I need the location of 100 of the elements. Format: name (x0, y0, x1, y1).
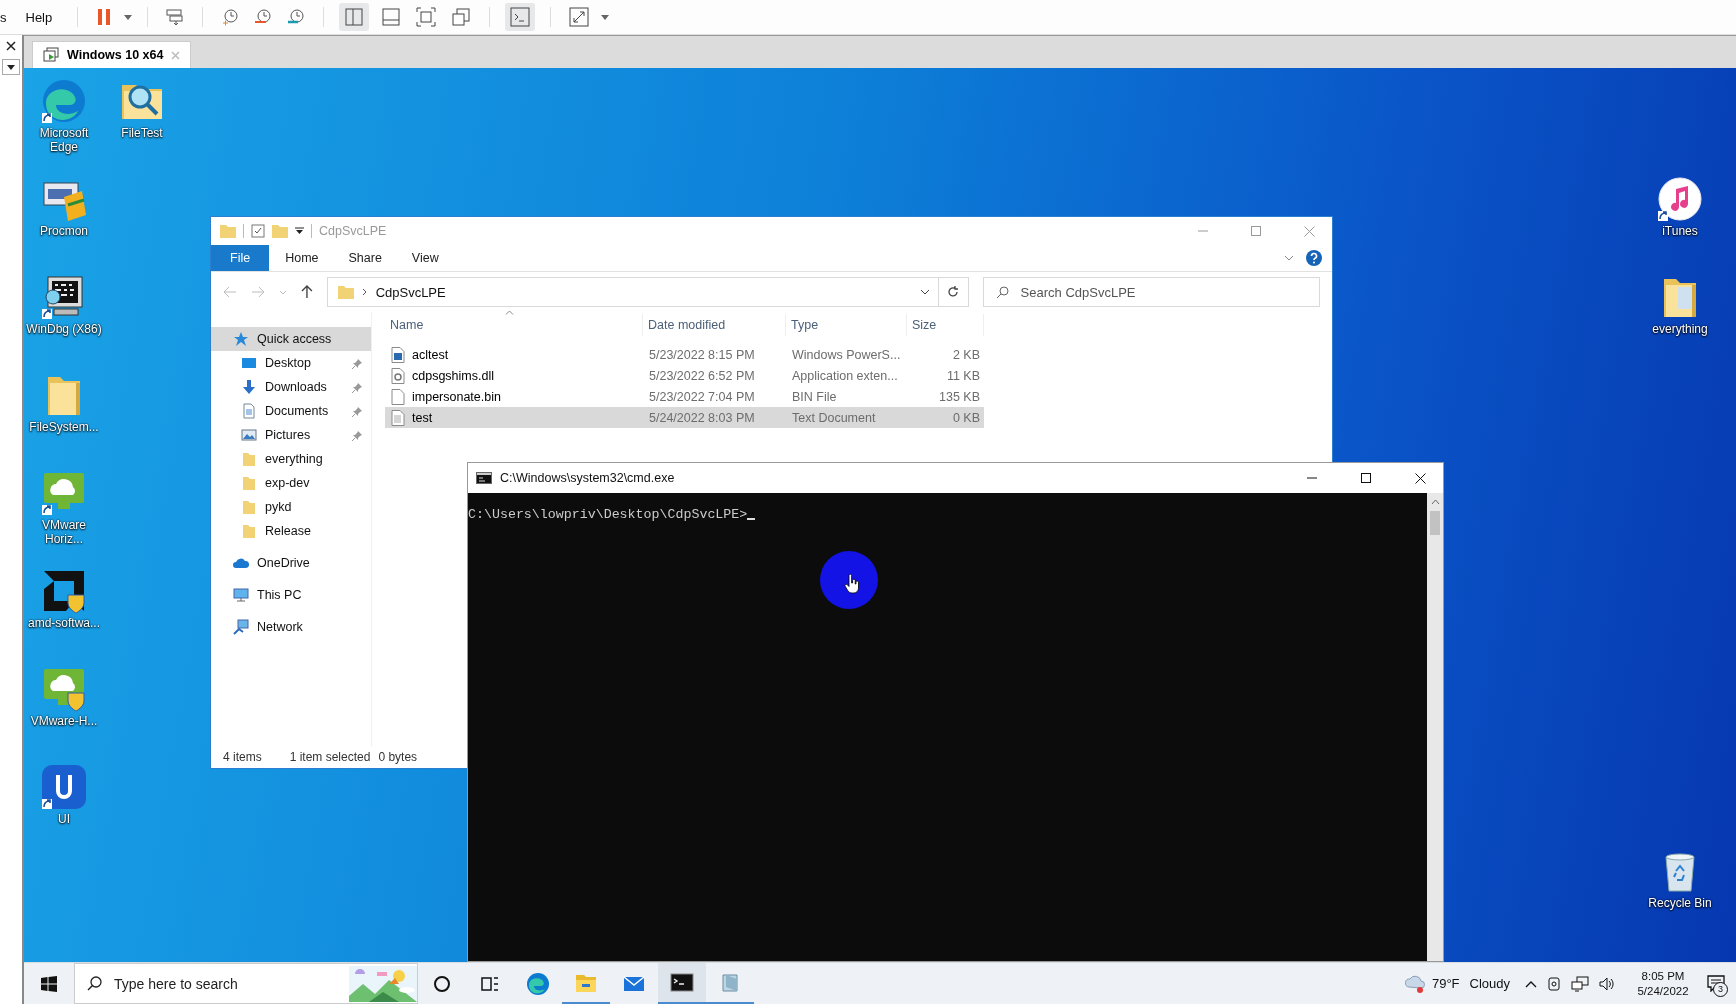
nav-item[interactable]: Documents (211, 399, 371, 423)
icon-label: UI (57, 812, 71, 826)
checkbox-icon[interactable] (251, 224, 265, 238)
nav-item[interactable]: Desktop (211, 351, 371, 375)
file-row[interactable]: cdpsgshims.dll 5/23/2022 6:52 PM Application exten... 11 KB (385, 365, 984, 386)
chevron-icon (361, 288, 368, 296)
speaker-icon[interactable] (1599, 975, 1615, 992)
pin-icon[interactable] (352, 405, 363, 417)
table-cell-text: Application exten... (791, 368, 899, 383)
pin-icon[interactable] (352, 381, 363, 393)
computer-icon (233, 587, 249, 603)
script-file-icon (391, 346, 405, 363)
nav-item[interactable]: Downloads (211, 375, 371, 399)
chevron-icon[interactable] (919, 289, 930, 295)
file-row[interactable]: test 5/24/2022 8:03 PM Text Document 0 KB (385, 407, 984, 428)
music-note-icon[interactable] (1656, 175, 1704, 223)
icon-label: Procmon (39, 224, 89, 238)
file-name: test (412, 410, 433, 425)
nav-item[interactable]: OneDrive (211, 551, 371, 575)
ribbon-tab[interactable]: Share (334, 245, 396, 271)
table-cell-text: 5/23/2022 7:04 PM (648, 389, 756, 404)
status-text: 4 items (223, 750, 262, 764)
icon-label: Microsoft Edge (38, 126, 90, 154)
terminal-icon (476, 472, 492, 484)
notifications-button[interactable]: 3 (1696, 963, 1736, 1004)
ribbon-tab[interactable]: View (397, 245, 453, 271)
folder-icon (241, 475, 257, 491)
search-box[interactable]: Search CdpSvcLPE (982, 277, 1320, 307)
pin-icon[interactable] (352, 357, 363, 369)
menu-item[interactable]: Help (25, 9, 53, 25)
chevron-icon[interactable] (1525, 979, 1537, 988)
clock[interactable]: 8:05 PM 5/24/2022 (1630, 968, 1696, 999)
date-text: 5/24/2022 (1637, 983, 1689, 999)
search-icon (995, 285, 1009, 299)
weather-text[interactable]: Cloudy (1469, 976, 1510, 991)
maximize-icon (1361, 473, 1371, 483)
menu-item[interactable]: s (0, 9, 7, 25)
nav-item[interactable]: exp-dev (211, 471, 371, 495)
close-icon (1303, 225, 1315, 237)
nav-item[interactable]: Release (211, 519, 371, 543)
dropdown[interactable] (2, 59, 20, 75)
icon-label: FileTest (120, 126, 164, 140)
nav-item[interactable]: Network (211, 615, 371, 639)
sort-caret-icon (505, 310, 514, 315)
refresh-icon (947, 286, 960, 298)
vm-icon (43, 47, 59, 63)
caret-icon (7, 64, 15, 70)
console-line: C:\Users\lowpriv\Desktop\CdpSvcLPE> (468, 507, 748, 522)
column-header[interactable]: Name (385, 314, 643, 336)
picture-frame-icon (241, 427, 257, 443)
search-field[interactable]: Search CdpSvcLPE (1018, 283, 1303, 301)
terminal-icon (670, 970, 694, 995)
close-icon (1414, 472, 1426, 484)
table-cell-text: 2 KB (951, 347, 981, 362)
nav-item[interactable]: Pictures (211, 423, 371, 447)
ribbon-tab[interactable]: Home (271, 245, 333, 271)
folder-icon (241, 451, 257, 467)
folder-icon (241, 499, 257, 515)
file-name: acltest (412, 347, 449, 362)
notification-count: 3 (1713, 982, 1728, 997)
table-cell-text: 0 KB (951, 410, 981, 425)
caret-icon[interactable] (295, 227, 304, 235)
column-header[interactable]: Size (907, 314, 984, 336)
network-icon[interactable] (1571, 975, 1589, 992)
search-box[interactable]: Type here to search (74, 963, 418, 1004)
vm-tab[interactable]: Windows 10 x64 (32, 41, 192, 68)
temperature-text[interactable]: 79°F (1431, 976, 1460, 991)
weather-icon (1403, 973, 1426, 994)
message-icon (1707, 975, 1725, 992)
address-bar[interactable]: CdpSvcLPE (326, 277, 939, 307)
sidebar-layout-icon[interactable] (339, 3, 370, 31)
close-icon[interactable] (6, 41, 16, 51)
text-file-icon (391, 409, 405, 426)
scroll-thumb[interactable] (1430, 511, 1440, 535)
table-cell-text: 5/23/2022 6:52 PM (648, 368, 756, 383)
nav-item[interactable]: Quick access (211, 327, 371, 351)
pin-icon[interactable] (352, 429, 363, 441)
file-row[interactable]: acltest 5/23/2022 8:15 PM Windows PowerS... 2 KB (385, 344, 984, 365)
taskbar-button[interactable] (658, 963, 706, 1004)
hand-cursor-icon (844, 574, 860, 594)
search-field[interactable]: Type here to search (112, 974, 339, 993)
icon-label: FileSystem... (28, 420, 100, 434)
column-header[interactable]: Date modified (643, 314, 786, 336)
file-row[interactable]: impersonate.bin 5/23/2022 7:04 PM BIN File 135 KB (385, 386, 984, 407)
maximize-icon (1251, 226, 1261, 236)
help-icon[interactable] (1306, 250, 1322, 266)
table-cell-text: Text Document (791, 410, 877, 425)
console-icon[interactable] (505, 3, 536, 31)
search-icon (87, 976, 102, 991)
column-header[interactable]: Type (786, 314, 907, 336)
refresh-button[interactable] (938, 277, 969, 307)
nav-item[interactable]: pykd (211, 495, 371, 519)
scrollbar[interactable] (1427, 493, 1443, 961)
up-arrow-icon[interactable] (300, 285, 313, 299)
tray-app-icon[interactable] (1547, 975, 1561, 992)
swirl-icon[interactable] (40, 77, 88, 125)
rounded-square-icon[interactable] (40, 763, 88, 811)
nav-item[interactable]: everything (211, 447, 371, 471)
icon-label: amd-softwa... (27, 616, 101, 630)
nav-item[interactable]: This PC (211, 583, 371, 607)
